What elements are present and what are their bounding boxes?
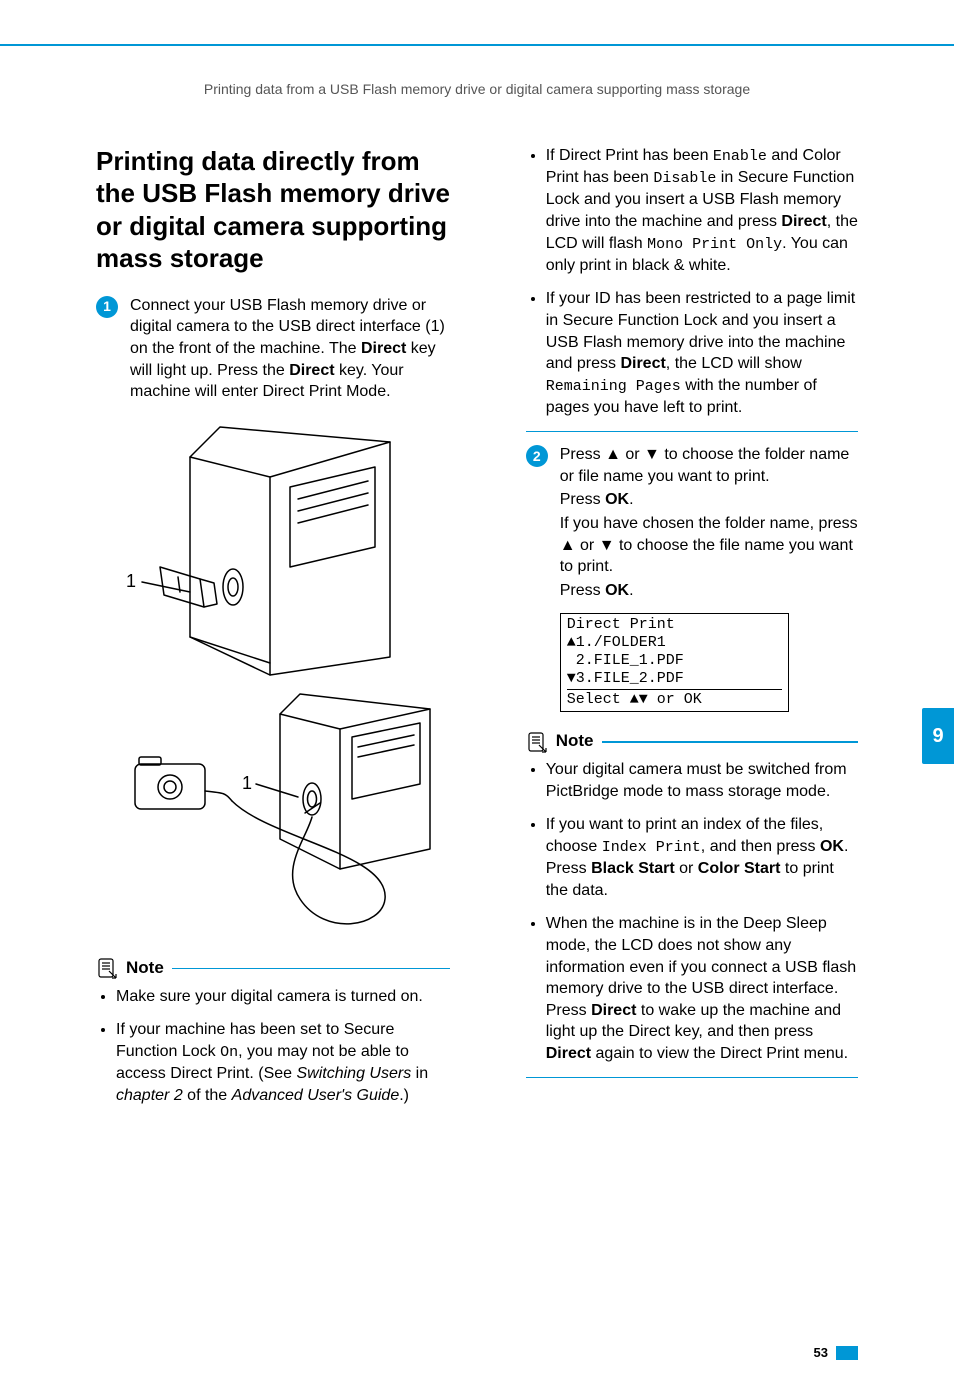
lcd-line-3: 2.FILE_1.PDF	[567, 652, 782, 670]
printer-camera-illustration	[130, 689, 450, 939]
r1-mono: Mono Print Only	[647, 236, 782, 253]
s2-or1: or	[621, 446, 644, 463]
s2-or2: or	[576, 537, 599, 554]
note-icon	[96, 957, 118, 979]
callout-1-b: 1	[242, 771, 252, 795]
rn2-bs: Black Start	[591, 860, 675, 877]
s2-press3: Press	[560, 582, 605, 599]
s2-dot2: .	[629, 582, 633, 599]
ln2-switching: Switching Users	[297, 1065, 412, 1082]
rn2-idx: Index Print	[602, 839, 701, 856]
ln2-end: .)	[399, 1087, 409, 1104]
figure-camera-cable: 1	[130, 689, 450, 939]
lcd-line-5: Select ▲▼ or OK	[567, 689, 782, 709]
step1-direct-1: Direct	[361, 340, 406, 357]
left-note-item-1: Make sure your digital camera is turned …	[116, 986, 450, 1008]
ln2-on: On	[220, 1044, 238, 1061]
note-end-rule-right-bottom	[526, 1077, 858, 1079]
step-1-badge: 1	[96, 296, 118, 318]
figure-usb-flash: 1	[130, 417, 450, 677]
step1-direct-2: Direct	[289, 362, 334, 379]
lcd-display: Direct Print ▲1./FOLDER1 2.FILE_1.PDF ▼3…	[560, 613, 789, 712]
page-footer: 53	[814, 1344, 858, 1362]
s2-ok1: OK	[605, 491, 629, 508]
chapter-tab: 9	[922, 708, 954, 764]
r2-direct: Direct	[620, 355, 665, 372]
page-number: 53	[814, 1344, 828, 1362]
s2-press1: Press	[560, 446, 605, 463]
note-label-right: Note	[556, 730, 594, 753]
r2-remain: Remaining Pages	[546, 378, 681, 395]
rn2-b: , and then press	[701, 838, 820, 855]
left-note-list: Make sure your digital camera is turned …	[96, 986, 450, 1107]
callout-1-a: 1	[126, 569, 136, 593]
ln2-chapter: chapter 2	[116, 1087, 183, 1104]
right-cont-item-1: If Direct Print has been Enable and Colo…	[546, 145, 858, 277]
note-heading-right: Note	[526, 730, 858, 753]
ln2-guide: Advanced User's Guide	[232, 1087, 400, 1104]
running-header: Printing data from a USB Flash memory dr…	[0, 80, 954, 99]
footer-mark	[836, 1346, 858, 1360]
r1-enable: Enable	[713, 148, 767, 165]
rn3-d2: Direct	[546, 1045, 591, 1062]
step-1: 1 Connect your USB Flash memory drive or…	[96, 295, 450, 405]
step-2-badge: 2	[526, 445, 548, 467]
right-cont-item-2: If your ID has been restricted to a page…	[546, 288, 858, 418]
lcd-line-2: ▲1./FOLDER1	[567, 634, 782, 652]
left-column: Printing data directly from the USB Flas…	[96, 145, 450, 1119]
note-icon	[526, 731, 548, 753]
left-note-item-2: If your machine has been set to Secure F…	[116, 1019, 450, 1106]
note-heading-left: Note	[96, 957, 450, 980]
right-column: If Direct Print has been Enable and Colo…	[526, 145, 858, 1119]
s2-down2: ▼	[599, 537, 615, 554]
step-2-text: Press ▲ or ▼ to choose the folder name o…	[560, 444, 858, 603]
s2-up2: ▲	[560, 537, 576, 554]
note-label-left: Note	[126, 957, 164, 980]
r1-a: If Direct Print has been	[546, 147, 713, 164]
r1-direct: Direct	[781, 213, 826, 230]
ln2-c: in	[411, 1065, 428, 1082]
step-1-text: Connect your USB Flash memory drive or d…	[130, 295, 450, 405]
s2-up: ▲	[605, 446, 621, 463]
s2-dot1: .	[629, 491, 633, 508]
right-note-item-3: When the machine is in the Deep Sleep mo…	[546, 913, 858, 1064]
rn3-c: again to view the Direct Print menu.	[591, 1045, 848, 1062]
s2-down: ▼	[644, 446, 660, 463]
r1-disable: Disable	[653, 170, 716, 187]
right-note-item-1: Your digital camera must be switched fro…	[546, 759, 858, 802]
right-note-item-2: If you want to print an index of the fil…	[546, 814, 858, 901]
printer-usb-illustration	[130, 417, 415, 677]
s2-press2: Press	[560, 491, 605, 508]
rn3-d1: Direct	[591, 1002, 636, 1019]
page-title: Printing data directly from the USB Flas…	[96, 145, 450, 275]
step-2: 2 Press ▲ or ▼ to choose the folder name…	[526, 444, 858, 603]
s2-c: If you have chosen the folder name, pres…	[560, 515, 858, 532]
s2-ok2: OK	[605, 582, 629, 599]
rn2-ok: OK	[820, 838, 844, 855]
right-note-list: Your digital camera must be switched fro…	[526, 759, 858, 1064]
top-rule	[0, 44, 954, 46]
lcd-line-4: ▼3.FILE_2.PDF	[567, 670, 782, 688]
note-end-rule-right-top	[526, 431, 858, 433]
rn2-cs: Color Start	[698, 860, 781, 877]
rn2-or: or	[675, 860, 698, 877]
r2-b: , the LCD will show	[666, 355, 802, 372]
right-cont-list: If Direct Print has been Enable and Colo…	[526, 145, 858, 419]
lcd-line-1: Direct Print	[567, 616, 782, 634]
ln2-d: of the	[183, 1087, 232, 1104]
